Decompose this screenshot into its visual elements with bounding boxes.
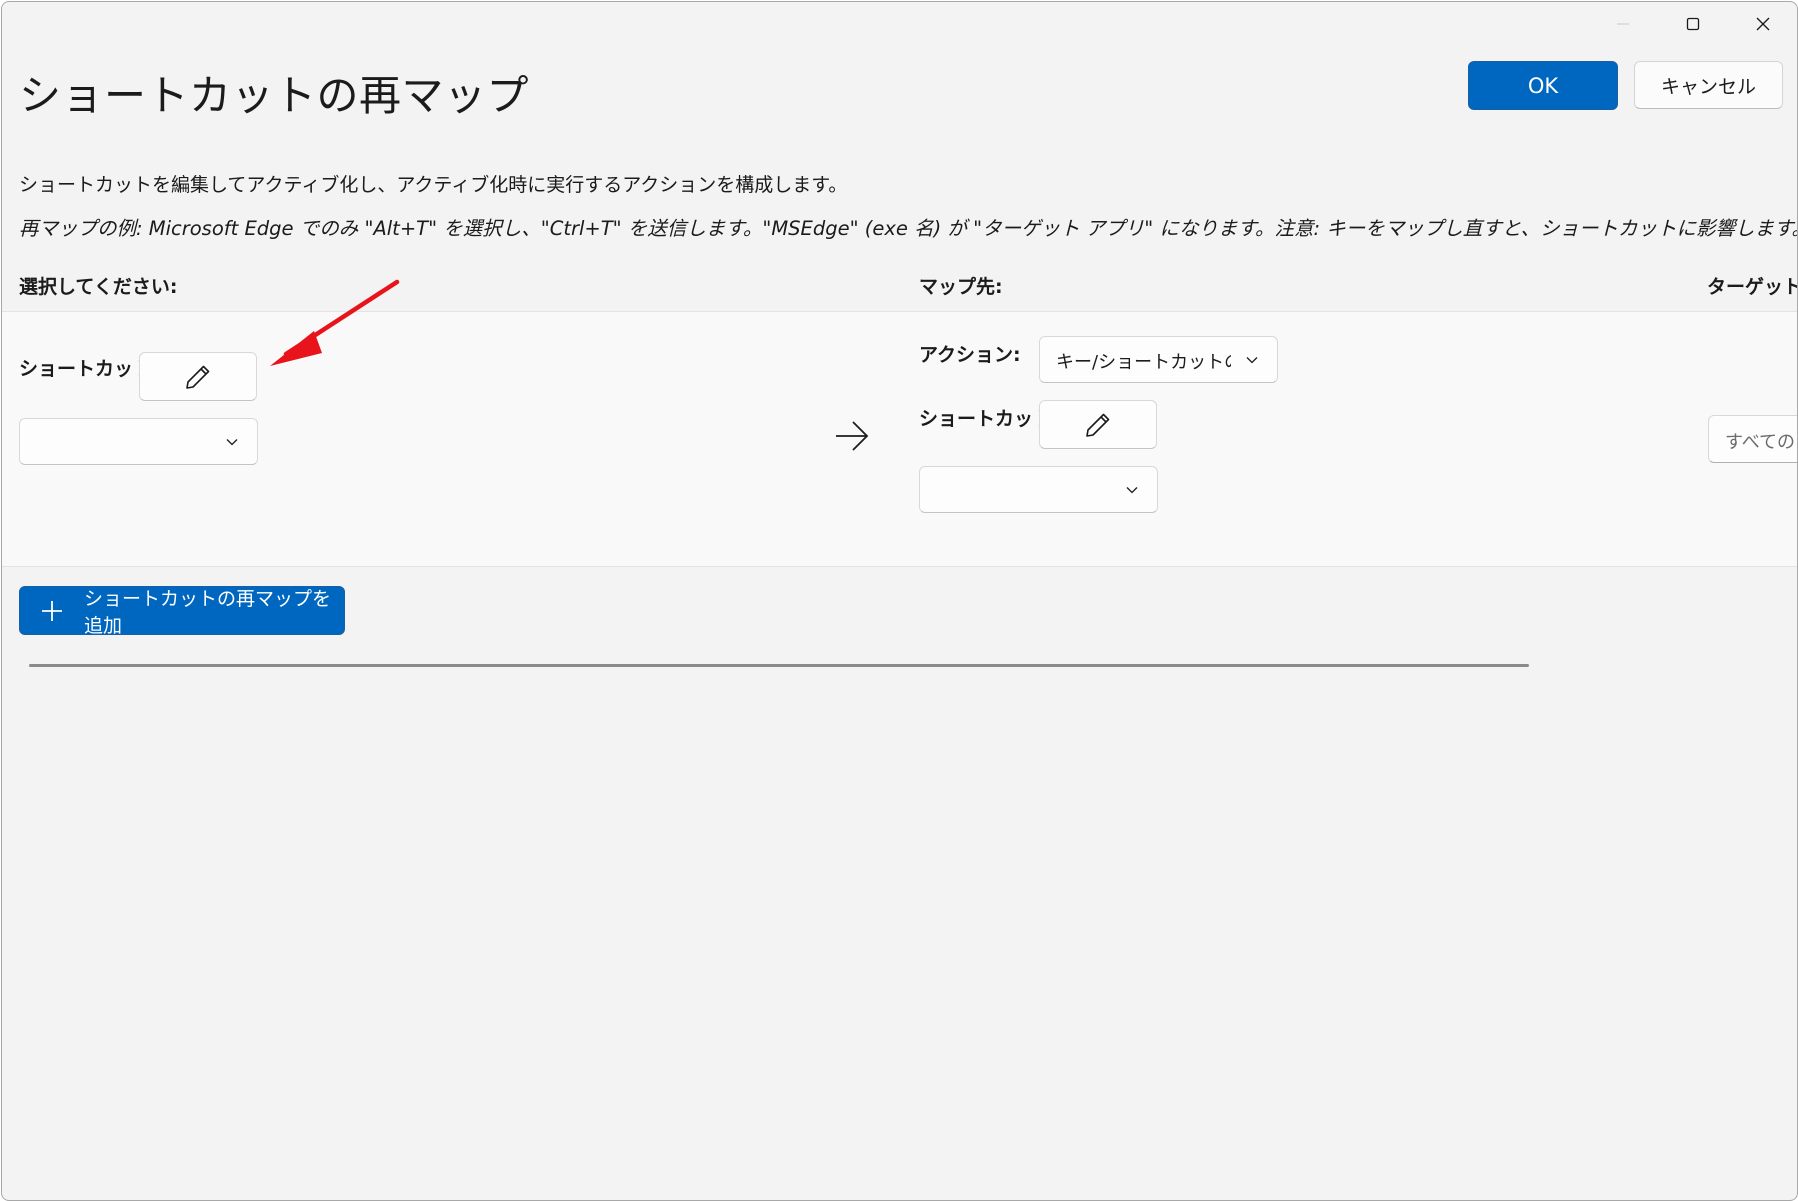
action-label: アクション: [919, 344, 1021, 366]
add-shortcut-remap-label: ショートカットの再マップを追加 [84, 587, 332, 637]
source-edit-shortcut-button[interactable] [139, 352, 257, 401]
column-header-target-app: ターゲット ア [1707, 276, 1798, 298]
page-title: ショートカットの再マップ [19, 71, 530, 120]
arrow-right-icon [836, 421, 869, 451]
plus-icon [40, 599, 64, 623]
source-key-combo[interactable] [19, 418, 258, 465]
horizontal-scrollbar[interactable] [29, 664, 1529, 667]
remap-shortcuts-window: ショートカットの再マップ OK キャンセル ショートカットを編集してアクティブ化… [1, 1, 1798, 1201]
column-header-select: 選択してください: [19, 276, 178, 298]
annotation-arrow-icon [270, 279, 400, 366]
cancel-button[interactable]: キャンセル [1634, 61, 1783, 109]
chevron-down-icon [1126, 487, 1138, 494]
close-button[interactable] [1728, 2, 1797, 46]
minimize-icon [1617, 23, 1629, 25]
chevron-down-icon [226, 439, 238, 446]
example-text: 再マップの例: Microsoft Edge でのみ "Alt+T" を選択し、… [19, 217, 1798, 240]
description-text: ショートカットを編集してアクティブ化し、アクティブ化時に実行するアクションを構成… [19, 174, 848, 196]
target-key-combo[interactable] [919, 466, 1158, 513]
close-icon [1756, 17, 1770, 31]
action-combo[interactable]: キー/ショートカットの送 [1039, 336, 1278, 383]
chevron-down-icon [1246, 357, 1258, 364]
target-edit-shortcut-button[interactable] [1039, 400, 1157, 449]
pencil-icon [1086, 413, 1110, 437]
minimize-button[interactable] [1588, 2, 1658, 46]
pencil-icon [186, 365, 210, 389]
column-header-map-to: マップ先: [919, 276, 1003, 298]
add-shortcut-remap-button[interactable]: ショートカットの再マップを追加 [19, 586, 345, 637]
maximize-button[interactable] [1658, 2, 1728, 46]
ok-button[interactable]: OK [1468, 61, 1618, 110]
maximize-icon [1686, 17, 1700, 31]
target-app-input[interactable]: すべてのア [1708, 415, 1797, 463]
action-combo-value: キー/ショートカットの送 [1056, 352, 1231, 373]
